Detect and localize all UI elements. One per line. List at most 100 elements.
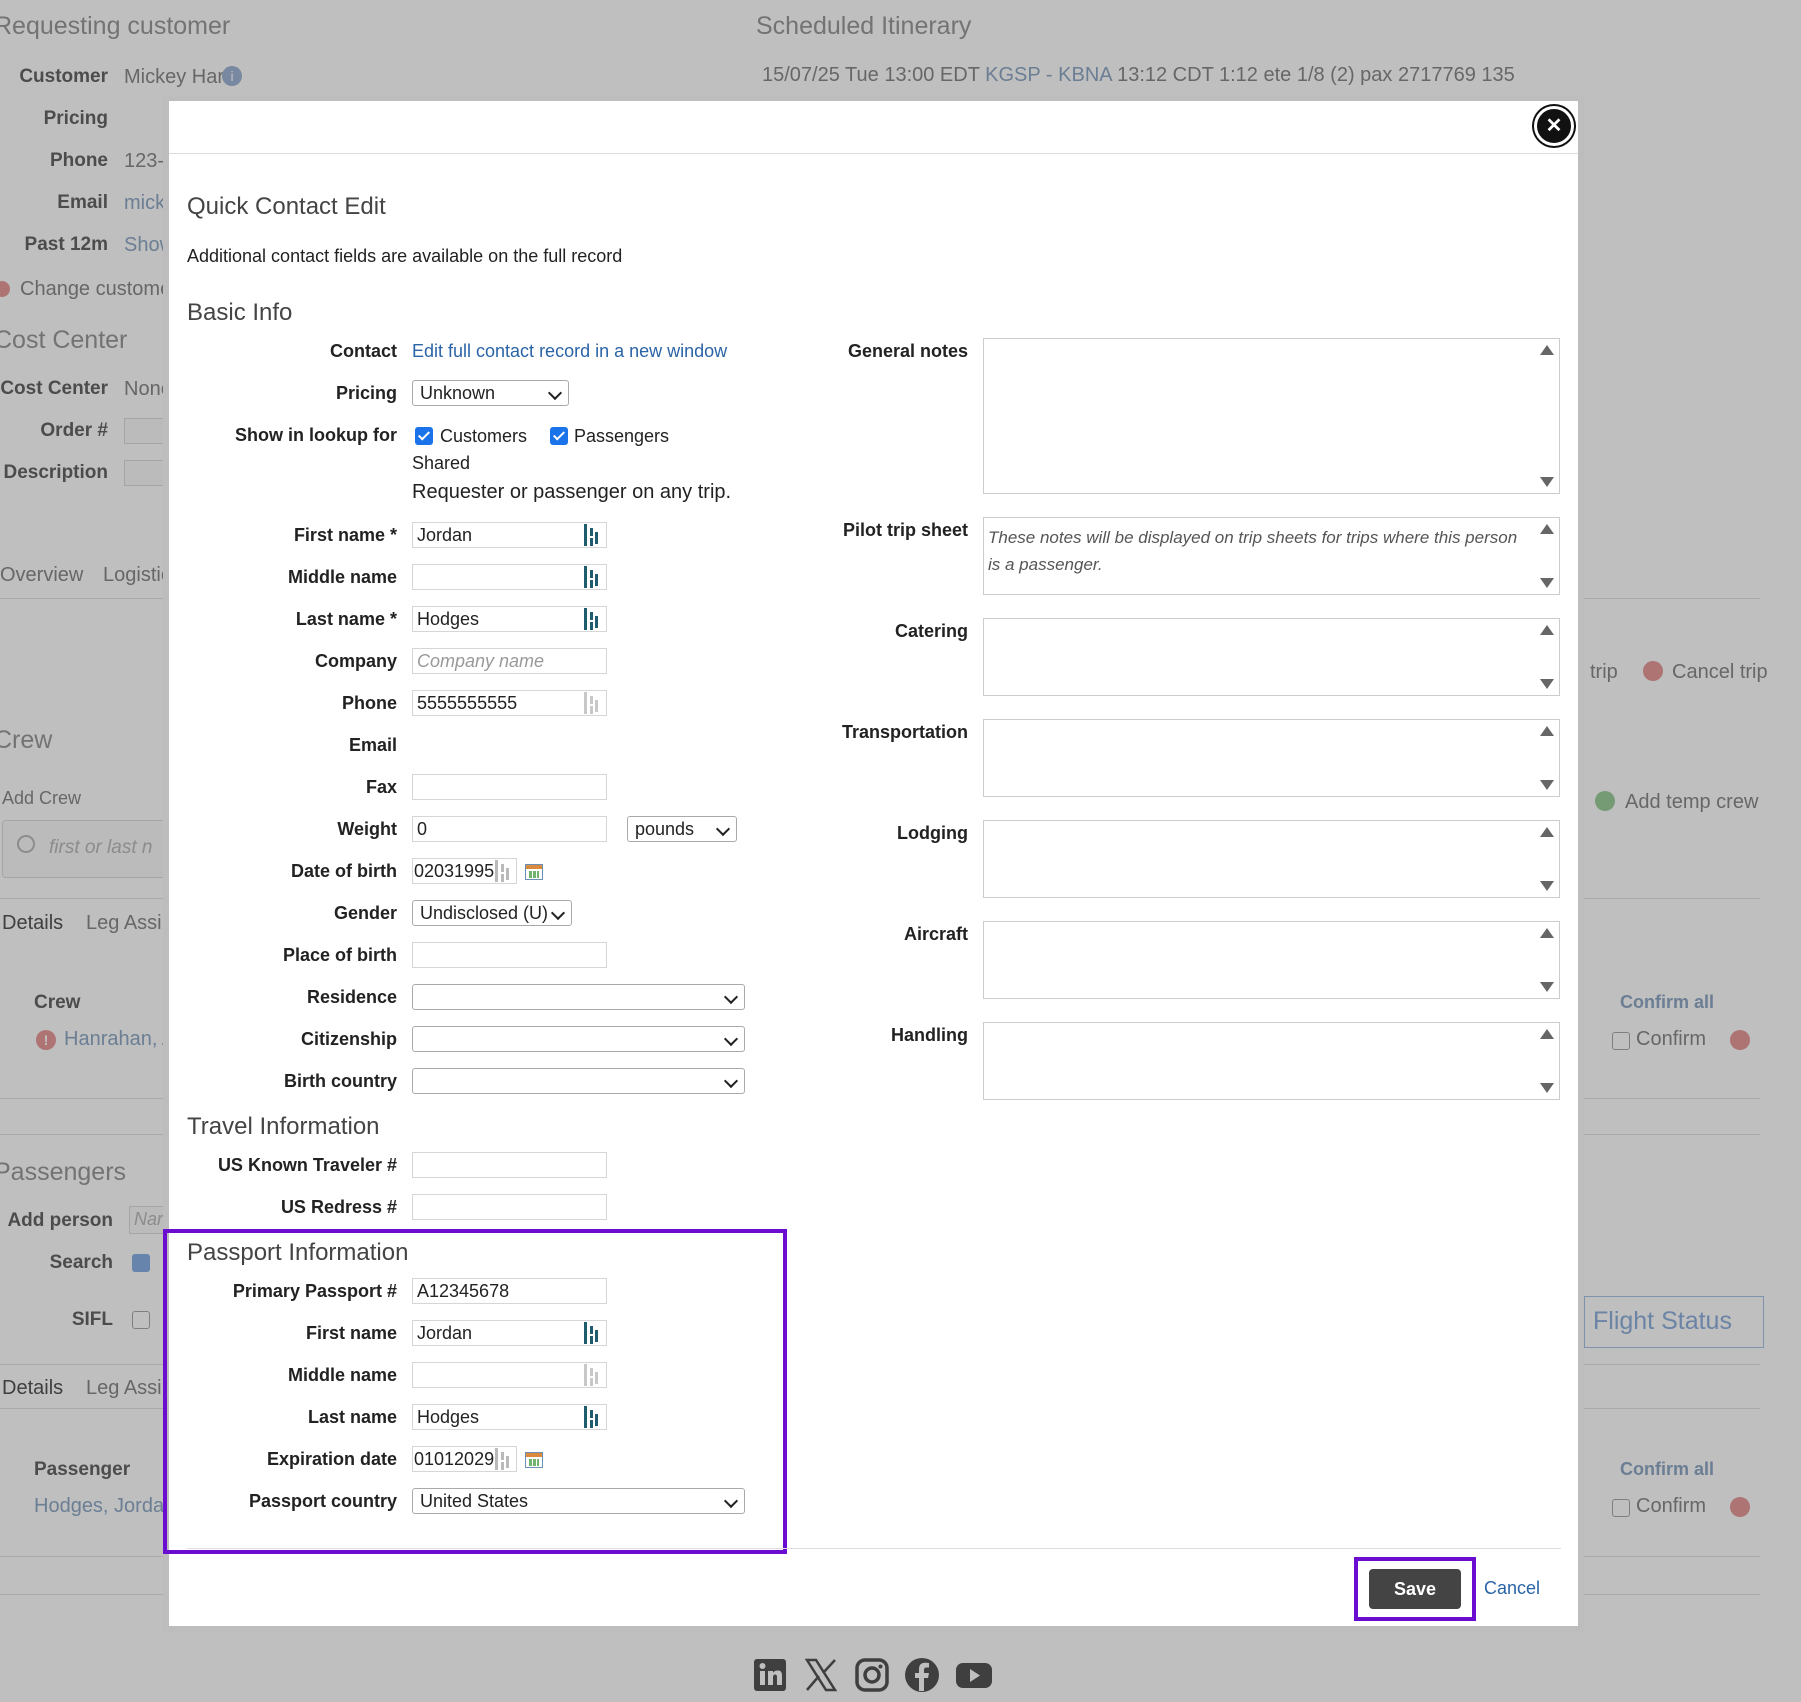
last-name-input[interactable]: Hodges [412, 606, 607, 632]
scroll-down-icon[interactable] [1540, 780, 1554, 790]
chevron-down-icon [723, 1493, 739, 1509]
picker-icon[interactable] [584, 524, 600, 546]
fax-label: Fax [365, 777, 397, 797]
scroll-down-icon[interactable] [1540, 679, 1554, 689]
passport-first-name-input[interactable]: Jordan [412, 1320, 607, 1346]
picker-icon[interactable] [495, 1448, 511, 1470]
chevron-down-icon [723, 989, 739, 1005]
travel-info-heading: Travel Information [187, 1113, 380, 1140]
edit-full-contact-link[interactable]: Edit full contact record in a new window [412, 341, 727, 362]
lodging-textarea[interactable] [983, 820, 1560, 898]
scroll-up-icon[interactable] [1540, 928, 1554, 938]
scroll-down-icon[interactable] [1540, 477, 1554, 487]
calendar-icon[interactable] [525, 1452, 543, 1468]
aircraft-textarea[interactable] [983, 921, 1560, 999]
gender-label: Gender [333, 903, 397, 923]
aircraft-label: Aircraft [903, 924, 968, 944]
scroll-up-icon[interactable] [1540, 524, 1554, 534]
passport-number-label: Primary Passport # [232, 1281, 397, 1301]
passengers-checkbox-label: Passengers [574, 426, 670, 446]
middle-name-input[interactable] [412, 564, 607, 590]
customers-checkbox[interactable] [415, 427, 433, 445]
scroll-up-icon[interactable] [1540, 625, 1554, 635]
known-traveler-label: US Known Traveler # [217, 1155, 397, 1175]
chevron-down-icon [547, 385, 563, 401]
known-traveler-input[interactable] [412, 1152, 607, 1178]
transportation-textarea[interactable] [983, 719, 1560, 797]
phone-input[interactable]: 5555555555 [412, 690, 607, 716]
scroll-down-icon[interactable] [1540, 982, 1554, 992]
scroll-up-icon[interactable] [1540, 726, 1554, 736]
dob-label: Date of birth [291, 861, 397, 881]
general-notes-label: General notes [847, 341, 968, 361]
company-label: Company [314, 651, 397, 671]
scroll-down-icon[interactable] [1540, 578, 1554, 588]
passport-country-select[interactable]: United States [412, 1488, 745, 1514]
email-label: Email [348, 735, 397, 755]
redress-label: US Redress # [280, 1197, 397, 1217]
basic-info-heading: Basic Info [187, 299, 293, 326]
picker-icon[interactable] [584, 1322, 600, 1344]
passport-info-heading: Passport Information [187, 1239, 409, 1266]
picker-icon[interactable] [584, 692, 600, 714]
birth-country-select[interactable] [412, 1068, 745, 1094]
scroll-up-icon[interactable] [1540, 345, 1554, 355]
pilot-trip-sheet-textarea[interactable]: These notes will be displayed on trip sh… [983, 517, 1560, 595]
pricing-select[interactable]: Unknown [412, 380, 569, 406]
catering-label: Catering [894, 621, 968, 641]
picker-icon[interactable] [584, 566, 600, 588]
birth-country-label: Birth country [283, 1071, 397, 1091]
show-in-lookup-label: Show in lookup for [235, 425, 397, 445]
cancel-link[interactable]: Cancel [1484, 1578, 1540, 1599]
expiration-label: Expiration date [266, 1449, 397, 1469]
residence-label: Residence [306, 987, 397, 1007]
passport-number-input[interactable]: A12345678 [412, 1278, 607, 1304]
first-name-label: First name * [293, 525, 397, 545]
lodging-label: Lodging [897, 823, 968, 843]
picker-icon[interactable] [584, 1364, 600, 1386]
passport-middle-name-input[interactable] [412, 1362, 607, 1388]
scroll-down-icon[interactable] [1540, 1083, 1554, 1093]
transportation-label: Transportation [841, 722, 968, 742]
company-input[interactable]: Company name [412, 648, 607, 674]
passport-last-name-input[interactable]: Hodges [412, 1404, 607, 1430]
gender-select[interactable]: Undisclosed (U) [412, 900, 572, 926]
footer-divider [187, 1548, 1561, 1549]
picker-icon[interactable] [495, 860, 511, 882]
passport-country-label: Passport country [248, 1491, 397, 1511]
citizenship-label: Citizenship [300, 1029, 397, 1049]
picker-icon[interactable] [584, 1406, 600, 1428]
weight-input[interactable]: 0 [412, 816, 607, 842]
place-of-birth-label: Place of birth [282, 945, 397, 965]
close-icon[interactable]: ✕ [1534, 106, 1574, 146]
general-notes-textarea[interactable] [983, 338, 1560, 494]
contact-label: Contact [330, 341, 397, 361]
pilot-trip-sheet-label: Pilot trip sheet [842, 520, 968, 540]
scroll-up-icon[interactable] [1540, 1029, 1554, 1039]
redress-input[interactable] [412, 1194, 607, 1220]
scroll-down-icon[interactable] [1540, 881, 1554, 891]
citizenship-select[interactable] [412, 1026, 745, 1052]
passengers-checkbox[interactable] [550, 427, 568, 445]
place-of-birth-input[interactable] [412, 942, 607, 968]
first-name-input[interactable]: Jordan [412, 522, 607, 548]
shared-text: Shared [412, 453, 471, 473]
residence-select[interactable] [412, 984, 745, 1010]
handling-label: Handling [891, 1025, 968, 1045]
save-button[interactable]: Save [1369, 1569, 1461, 1609]
passport-middle-name-label: Middle name [287, 1365, 397, 1385]
customers-checkbox-label: Customers [440, 426, 528, 446]
pricing-label: Pricing [335, 383, 397, 403]
passport-first-name-label: First name [305, 1323, 397, 1343]
scroll-up-icon[interactable] [1540, 827, 1554, 837]
passport-last-name-label: Last name [307, 1407, 397, 1427]
calendar-icon[interactable] [525, 864, 543, 880]
chevron-down-icon [723, 1031, 739, 1047]
catering-textarea[interactable] [983, 618, 1560, 696]
fax-input[interactable] [412, 774, 607, 800]
chevron-down-icon [723, 1073, 739, 1089]
handling-textarea[interactable] [983, 1022, 1560, 1100]
shared-description: Requester or passenger on any trip. [412, 481, 732, 503]
picker-icon[interactable] [584, 608, 600, 630]
weight-unit-select[interactable]: pounds [627, 816, 737, 842]
